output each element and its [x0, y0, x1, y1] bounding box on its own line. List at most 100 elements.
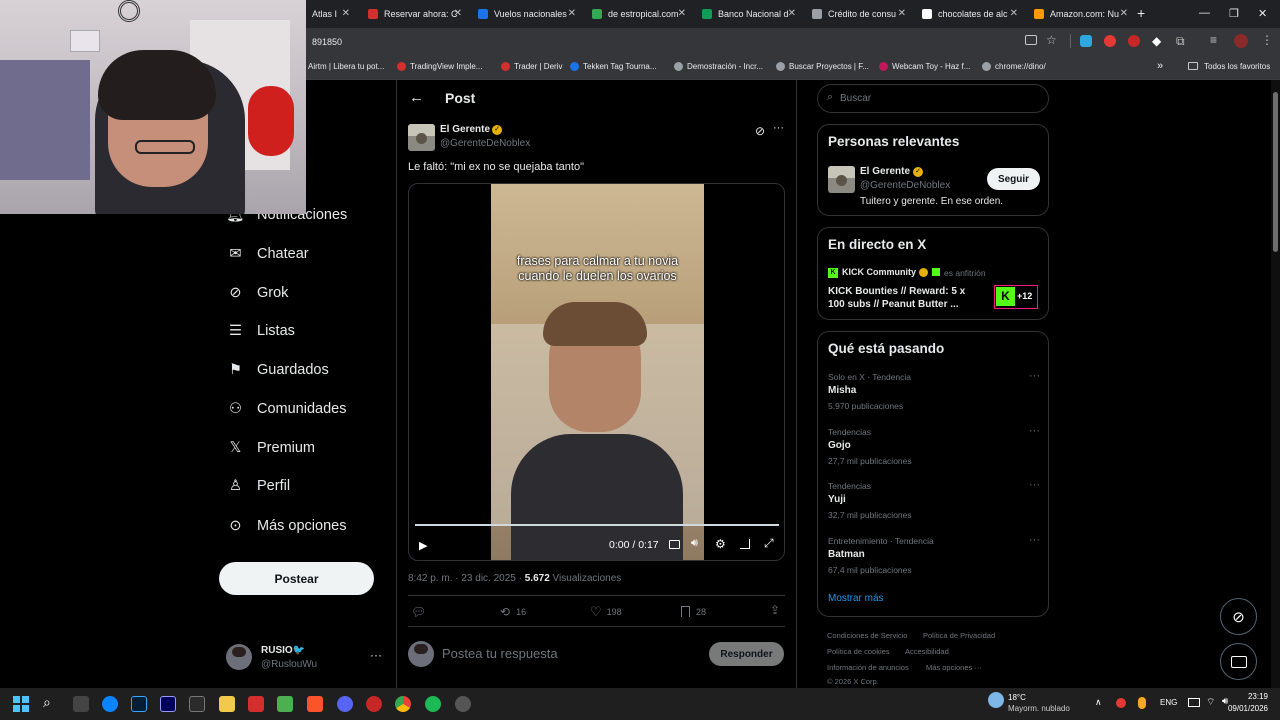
- bookmark-item[interactable]: Webcam Toy - Haz f...: [879, 62, 970, 71]
- trend-more-icon[interactable]: ···: [1029, 425, 1040, 437]
- bookmark-item[interactable]: chrome://dino/: [982, 62, 1046, 71]
- weather-desc[interactable]: Mayorm. nublado: [1008, 704, 1070, 713]
- play-icon[interactable]: ▶: [419, 539, 427, 552]
- install-app-icon[interactable]: [1025, 35, 1037, 45]
- sidebar-item-chatear[interactable]: ✉ Chatear: [227, 245, 308, 262]
- language-indicator[interactable]: ENG: [1160, 698, 1177, 707]
- footer-link[interactable]: Accesibilidad: [905, 647, 949, 656]
- relevant-avatar[interactable]: [828, 166, 855, 193]
- sidebar-item-premium[interactable]: 𝕏 Premium: [227, 439, 315, 456]
- deriv-icon[interactable]: [248, 696, 264, 712]
- profile-avatar[interactable]: [1234, 34, 1248, 48]
- display-icon[interactable]: [1188, 698, 1200, 707]
- bookmark-item[interactable]: Trader | Deriv: [501, 62, 562, 71]
- chrome-icon[interactable]: [395, 696, 411, 712]
- reply-input[interactable]: Postea tu respuesta: [442, 646, 558, 661]
- account-menu-icon[interactable]: ···: [370, 648, 382, 662]
- avatar[interactable]: [226, 644, 252, 670]
- footer-link[interactable]: Información de anuncios: [827, 663, 909, 672]
- share-icon[interactable]: ⇪: [770, 603, 780, 617]
- discord-icon[interactable]: [337, 696, 353, 712]
- obs-icon[interactable]: [455, 696, 471, 712]
- grok-float-button[interactable]: ⊘: [1220, 598, 1257, 635]
- trend-item[interactable]: Entretenimiento · Tendencia Batman 67,4 mi…: [828, 534, 1040, 575]
- browser-tab[interactable]: Atlas I ✕: [306, 2, 356, 26]
- windows-start-icon[interactable]: [13, 696, 29, 712]
- opera-icon[interactable]: [366, 696, 382, 712]
- sidebar-item-comunidades[interactable]: ⚇ Comunidades: [227, 400, 346, 417]
- wifi-icon[interactable]: ⌔: [1206, 696, 1215, 709]
- bookmark-item[interactable]: TradingView Imple...: [397, 62, 482, 71]
- star-icon[interactable]: ☆: [1046, 33, 1057, 47]
- premiere-icon[interactable]: [160, 696, 176, 712]
- footer-link[interactable]: Más opciones ···: [926, 663, 982, 672]
- sidebar-item-perfil[interactable]: ♙ Perfil: [227, 477, 290, 494]
- edge-icon[interactable]: [102, 696, 118, 712]
- spotify-icon[interactable]: [425, 696, 441, 712]
- tab-close-icon[interactable]: ✕: [342, 8, 350, 19]
- video-player[interactable]: frases para calmar a tu novia cuando le …: [408, 183, 785, 561]
- brave-icon[interactable]: [307, 696, 323, 712]
- extension-icon[interactable]: ◆: [1152, 34, 1161, 48]
- kebab-icon[interactable]: ⋮: [1261, 33, 1273, 47]
- live-thumbnail[interactable]: K +12: [994, 285, 1038, 309]
- show-more-link[interactable]: Mostrar más: [828, 593, 884, 604]
- search-icon[interactable]: ⌕: [43, 694, 51, 711]
- sidebar-item-listas[interactable]: ☰ Listas: [227, 322, 295, 339]
- url-field[interactable]: 891850: [312, 37, 342, 47]
- trend-more-icon[interactable]: ···: [1029, 479, 1040, 491]
- footer-link[interactable]: © 2026 X Corp.: [827, 677, 879, 686]
- sidebar-item-grok[interactable]: ⊘ Grok: [227, 284, 288, 301]
- reply-icon[interactable]: 💬︎: [411, 605, 426, 619]
- browser-tab[interactable]: chocolates de alc ✕: [916, 2, 1024, 26]
- extension-icon[interactable]: [1104, 35, 1116, 47]
- reply-button[interactable]: Responder: [709, 642, 784, 666]
- trend-item[interactable]: Tendencias Gojo 27,7 mil publicaciones ···: [828, 425, 1040, 466]
- live-text[interactable]: KICK Bounties // Reward: 5 x 100 subs //…: [828, 285, 976, 311]
- bookmark-item[interactable]: Tekken Tag Tourna...: [570, 62, 657, 71]
- minimize-icon[interactable]: —: [1199, 7, 1210, 19]
- browser-tab[interactable]: Vuelos nacionales ✕: [472, 2, 582, 26]
- tab-close-icon[interactable]: ✕: [1010, 8, 1018, 19]
- tab-close-icon[interactable]: ✕: [788, 8, 796, 19]
- trend-more-icon[interactable]: ···: [1029, 370, 1040, 382]
- tab-close-icon[interactable]: ✕: [454, 8, 462, 19]
- bookmark-item[interactable]: Demostración - Incr...: [674, 62, 763, 71]
- minecraft-icon[interactable]: [277, 696, 293, 712]
- taskview-icon[interactable]: [73, 696, 89, 712]
- weather-icon[interactable]: [988, 692, 1004, 708]
- bookmark-item[interactable]: Airtm | Libera tu pot...: [308, 62, 384, 71]
- browser-tab[interactable]: Crédito de consu ✕: [806, 2, 912, 26]
- sidebar-item-guardados[interactable]: ⚑ Guardados: [227, 361, 329, 378]
- tab-close-icon[interactable]: ✕: [568, 8, 576, 19]
- tray-icon[interactable]: [1116, 698, 1126, 708]
- captions-icon[interactable]: [669, 540, 680, 549]
- post-button[interactable]: Postear: [219, 562, 374, 595]
- repost-button[interactable]: ⟲ 16: [500, 605, 526, 619]
- tab-close-icon[interactable]: ✕: [898, 8, 906, 19]
- scrollbar-thumb[interactable]: [1273, 92, 1278, 252]
- browser-tab[interactable]: Banco Nacional d ✕: [696, 2, 802, 26]
- trend-more-icon[interactable]: ···: [1029, 534, 1040, 546]
- tab-close-icon[interactable]: ✕: [1120, 8, 1128, 19]
- weather-temp[interactable]: 18°C: [1008, 693, 1026, 702]
- follow-button[interactable]: Seguir: [987, 168, 1040, 190]
- browser-tab[interactable]: Amazon.com: Nu ✕: [1028, 2, 1134, 26]
- like-button[interactable]: ♡ 198: [590, 604, 622, 620]
- maximize-icon[interactable]: ❐: [1229, 7, 1239, 20]
- relevant-name[interactable]: El Gerente: [860, 166, 910, 177]
- trend-item[interactable]: Solo en X · Tendencia Misha 5.970 publicac…: [828, 370, 1040, 411]
- more-icon[interactable]: ···: [773, 122, 784, 134]
- fullscreen-icon[interactable]: ⤢: [764, 536, 774, 551]
- tab-close-icon[interactable]: ✕: [678, 8, 686, 19]
- mic-icon[interactable]: [1138, 697, 1146, 709]
- extension-icon[interactable]: [1128, 35, 1140, 47]
- author-handle[interactable]: @GerenteDeNoblex: [440, 138, 530, 149]
- video-progress[interactable]: [415, 524, 779, 526]
- close-window-icon[interactable]: ✕: [1258, 7, 1267, 20]
- search-box[interactable]: ⌕ Buscar: [817, 84, 1049, 113]
- footer-link[interactable]: Política de cookies: [827, 647, 890, 656]
- tray-chevron-icon[interactable]: ∧: [1095, 697, 1102, 708]
- author-avatar[interactable]: [408, 124, 435, 151]
- author-name[interactable]: El Gerente: [440, 124, 490, 135]
